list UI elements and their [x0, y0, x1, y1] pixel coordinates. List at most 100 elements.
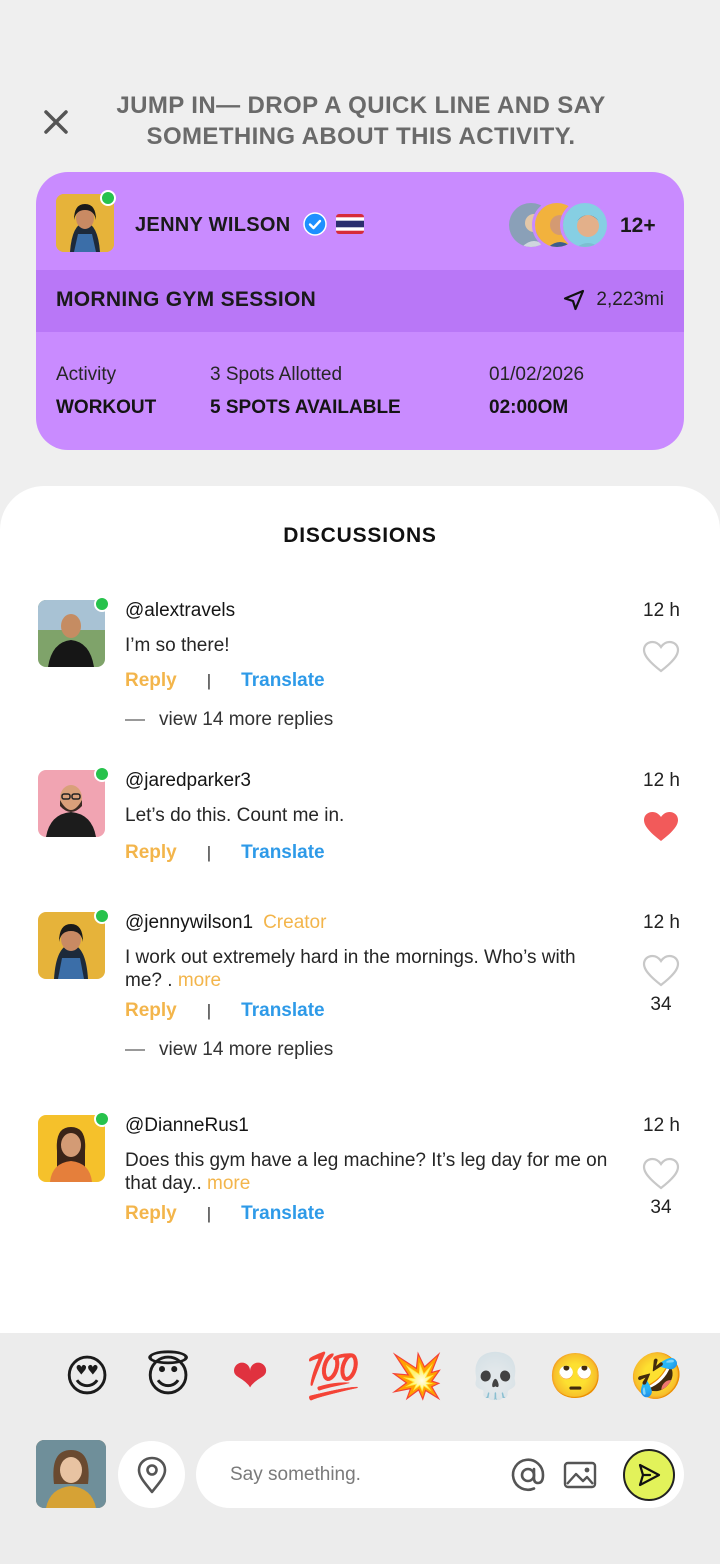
- comment-input[interactable]: [230, 1459, 500, 1491]
- skull-emoji-icon[interactable]: 💀: [468, 1351, 523, 1403]
- like-count: 34: [650, 1197, 672, 1218]
- comment-time: 12 h: [643, 912, 680, 933]
- comment-text: I’m so there!: [125, 634, 615, 657]
- username-text: @alextravels: [125, 600, 236, 621]
- action-separator: |: [206, 1001, 212, 1020]
- rolling-laughing-emoji-icon[interactable]: 🤣: [629, 1351, 684, 1403]
- comment-actions: Reply | Translate: [125, 1203, 325, 1225]
- replies-dash: [125, 719, 145, 721]
- reply-button[interactable]: Reply: [125, 842, 177, 864]
- commenter-avatar[interactable]: [38, 770, 105, 837]
- heart-eyes-emoji-icon[interactable]: 😍: [61, 1351, 113, 1403]
- action-separator: |: [206, 671, 212, 690]
- header-prompt: JUMP IN— DROP A QUICK LINE AND SAY SOMET…: [116, 92, 606, 150]
- participant-avatar: [560, 200, 610, 250]
- comment-actions: Reply | Translate: [125, 1000, 325, 1022]
- creator-badge: Creator: [263, 912, 327, 933]
- navigation-arrow-icon: [564, 289, 585, 311]
- comment-text: I work out extremely hard in the morning…: [125, 946, 615, 992]
- comment-time: 12 h: [643, 600, 680, 621]
- online-dot: [94, 596, 110, 612]
- activity-type-value: WORKOUT: [56, 397, 157, 418]
- close-icon[interactable]: [38, 104, 74, 140]
- heart-outline-icon[interactable]: [642, 1157, 680, 1191]
- commenter-avatar[interactable]: [38, 912, 105, 979]
- heart-outline-icon[interactable]: [642, 954, 680, 988]
- username-text: @jaredparker3: [125, 770, 251, 791]
- activity-type: Activity WORKOUT: [56, 364, 156, 419]
- translate-button[interactable]: Translate: [241, 1000, 324, 1022]
- activity-time: 02:00OM: [489, 397, 569, 418]
- comment-body: I’m so there!: [125, 635, 230, 656]
- heart-outline-icon[interactable]: [642, 640, 680, 674]
- discussions-panel: DISCUSSIONS @alextravels I’m so there! R…: [0, 486, 720, 1346]
- comment-time: 12 h: [643, 1115, 680, 1136]
- send-icon: [638, 1463, 661, 1487]
- spots-available: 5 SPOTS AVAILABLE: [210, 397, 401, 418]
- send-button[interactable]: [623, 1449, 675, 1501]
- action-separator: |: [206, 1204, 212, 1223]
- host-name[interactable]: JENNY WILSON: [135, 214, 290, 237]
- comment-text: Does this gym have a leg machine? It’s l…: [125, 1149, 615, 1195]
- comment-text: Let’s do this. Count me in.: [125, 804, 615, 827]
- commenter-avatar[interactable]: [38, 600, 105, 667]
- comment-actions: Reply | Translate: [125, 670, 325, 692]
- emoji-reaction-bar: 😍 😇 ❤ 💯 💥 💀 🙄 🤣: [0, 1333, 720, 1421]
- reply-button[interactable]: Reply: [125, 1000, 177, 1022]
- comment-username[interactable]: @jennywilson1 Creator: [125, 912, 326, 934]
- comment-body: Does this gym have a leg machine? It’s l…: [125, 1150, 608, 1194]
- eye-roll-emoji-icon[interactable]: 🙄: [548, 1351, 603, 1403]
- comment-username[interactable]: @alextravels: [125, 600, 235, 622]
- distance[interactable]: 2,223mi: [562, 288, 664, 312]
- image-icon[interactable]: [562, 1458, 598, 1492]
- activity-spots: 3 Spots Allotted 5 SPOTS AVAILABLE: [210, 364, 401, 419]
- comment-username[interactable]: @jaredparker3: [125, 770, 251, 792]
- red-heart-emoji-icon[interactable]: ❤: [224, 1351, 276, 1403]
- comment-actions: Reply | Translate: [125, 842, 325, 864]
- distance-value: 2,223mi: [596, 289, 664, 310]
- comment-composer: [0, 1421, 720, 1564]
- host-online-dot: [100, 190, 116, 206]
- verified-badge-icon: [303, 212, 327, 236]
- more-link[interactable]: more: [207, 1173, 250, 1194]
- view-replies-link[interactable]: view 14 more replies: [125, 1039, 333, 1061]
- activity-title-band: MORNING GYM SESSION 2,223mi: [36, 270, 684, 332]
- activity-title: MORNING GYM SESSION: [56, 288, 317, 311]
- username-text: @jennywilson1: [125, 912, 254, 933]
- activity-date: 01/02/2026: [489, 364, 585, 385]
- thailand-flag-icon: [336, 214, 364, 234]
- activity-card[interactable]: JENNY WILSON 12+ MORNING GYM SESSION 2,2…: [36, 172, 684, 450]
- translate-button[interactable]: Translate: [241, 670, 324, 692]
- username-text: @DianneRus1: [125, 1115, 249, 1136]
- heart-filled-icon[interactable]: [642, 810, 680, 844]
- reply-button[interactable]: Reply: [125, 670, 177, 692]
- activity-datetime: 01/02/2026 02:00OM: [489, 364, 584, 419]
- view-replies-text: view 14 more replies: [159, 709, 334, 730]
- view-replies-link[interactable]: view 14 more replies: [125, 709, 333, 731]
- translate-button[interactable]: Translate: [241, 1203, 324, 1225]
- reply-button[interactable]: Reply: [125, 1203, 177, 1225]
- comment-input-wrapper: [196, 1441, 684, 1508]
- smiling-halo-emoji-icon[interactable]: 😇: [142, 1351, 194, 1403]
- commenter-avatar[interactable]: [38, 1115, 105, 1182]
- hundred-points-emoji-icon[interactable]: 💯: [306, 1351, 361, 1403]
- translate-button[interactable]: Translate: [241, 842, 324, 864]
- activity-type-label: Activity: [56, 364, 117, 385]
- online-dot: [94, 766, 110, 782]
- replies-dash: [125, 1049, 145, 1051]
- view-replies-text: view 14 more replies: [159, 1039, 334, 1060]
- comment-body: Let’s do this. Count me in.: [125, 805, 345, 826]
- online-dot: [94, 1111, 110, 1127]
- location-pin-icon: [137, 1456, 166, 1493]
- location-button[interactable]: [118, 1441, 185, 1508]
- more-link[interactable]: more: [178, 970, 221, 991]
- current-user-avatar[interactable]: [36, 1440, 106, 1508]
- comment-username[interactable]: @DianneRus1: [125, 1115, 249, 1137]
- collision-emoji-icon[interactable]: 💥: [389, 1351, 444, 1403]
- action-separator: |: [206, 843, 212, 862]
- participants-count[interactable]: 12+: [620, 214, 656, 238]
- header: JUMP IN— DROP A QUICK LINE AND SAY SOMET…: [0, 86, 720, 156]
- comment-time: 12 h: [643, 770, 680, 791]
- participant-avatars[interactable]: [506, 200, 616, 250]
- mention-icon[interactable]: [510, 1457, 546, 1493]
